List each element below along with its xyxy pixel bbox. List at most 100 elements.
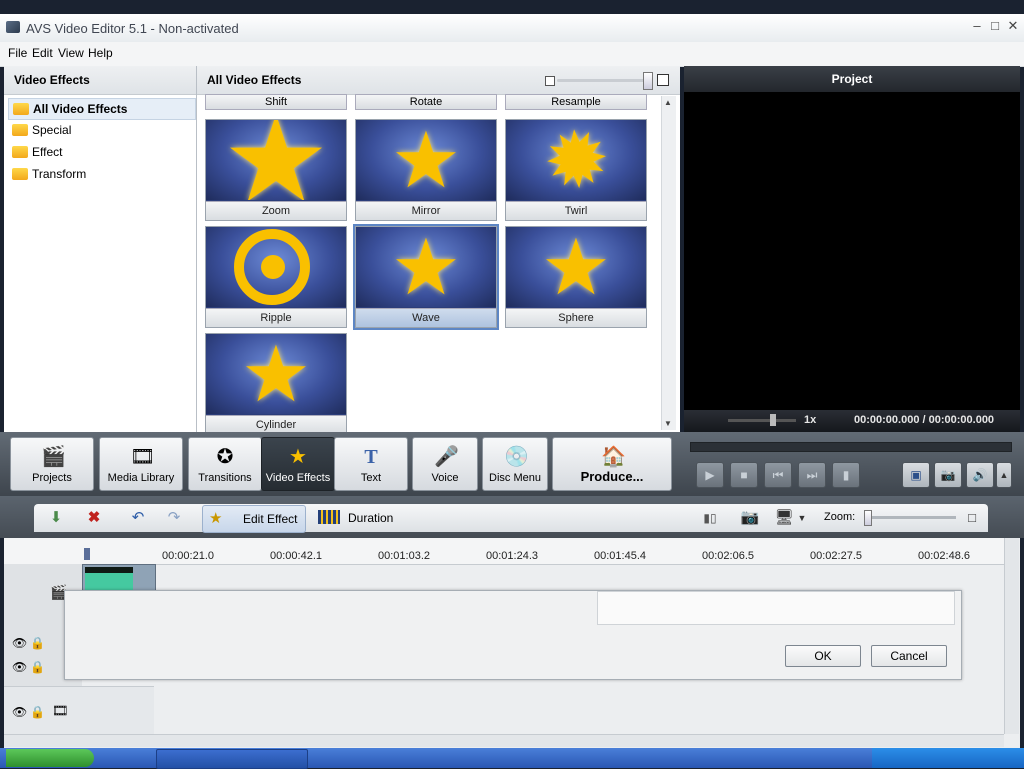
large-thumb-icon[interactable] bbox=[657, 74, 669, 86]
minimize-button[interactable]: – bbox=[968, 18, 986, 34]
edit-effect-label: Edit Effect bbox=[243, 512, 298, 526]
effect-tile-sphere[interactable]: ★ Sphere bbox=[505, 226, 647, 328]
menu-view[interactable]: View bbox=[58, 46, 84, 60]
add-to-timeline-icon[interactable]: ⬇ bbox=[46, 508, 66, 528]
menu-help[interactable]: Help bbox=[88, 46, 113, 60]
effect-tile-resample[interactable]: Resample bbox=[505, 94, 647, 110]
lock-icon[interactable]: 🔒 bbox=[30, 636, 45, 650]
effect-tile-mirror[interactable]: ★ Mirror bbox=[355, 119, 497, 221]
close-button[interactable]: ✕ bbox=[1004, 18, 1022, 34]
voice-button[interactable]: 🎤 Voice bbox=[412, 437, 478, 491]
main-toolbar: 🎬 Projects 🎞 Media Library ✪ Transitions… bbox=[0, 432, 1024, 496]
ruler-tick-label: 00:02:27.5 bbox=[810, 550, 862, 562]
disc-menu-button[interactable]: 💿 Disc Menu bbox=[482, 437, 548, 491]
timeline-ruler[interactable]: 00:00:21.0 00:00:42.1 00:01:03.2 00:01:2… bbox=[4, 538, 1004, 565]
eye-icon[interactable]: 👁 bbox=[12, 705, 27, 719]
undo-icon[interactable]: ↶ bbox=[128, 508, 148, 528]
film-icon: 🎞 bbox=[130, 446, 156, 468]
zoom-label: Zoom: bbox=[824, 511, 856, 523]
ok-button[interactable]: OK bbox=[785, 645, 861, 667]
taskbar-app-button[interactable] bbox=[156, 749, 308, 769]
zoom-slider-thumb[interactable] bbox=[864, 510, 872, 526]
speed-slider[interactable] bbox=[728, 419, 796, 422]
previous-frame-button[interactable]: ⏮ bbox=[764, 462, 792, 488]
tree-item-effect[interactable]: Effect bbox=[8, 142, 194, 162]
video-effects-button[interactable]: ★ Video Effects bbox=[261, 437, 335, 491]
fullscreen-icon[interactable]: ▣ bbox=[902, 462, 930, 488]
menu-edit[interactable]: Edit bbox=[32, 46, 53, 60]
microphone-icon: 🎤 bbox=[434, 446, 459, 468]
maximize-button[interactable]: □ bbox=[986, 18, 1004, 34]
timeline-vscroll[interactable] bbox=[1004, 538, 1019, 734]
play-button[interactable]: ▶ bbox=[696, 462, 724, 488]
effect-label: Zoom bbox=[206, 201, 346, 220]
audio-track-header: 👁 🔒 🎞 bbox=[4, 686, 154, 741]
small-thumb-icon[interactable] bbox=[545, 76, 555, 86]
webcam-icon[interactable]: 📷 bbox=[740, 508, 760, 528]
next-frame-button[interactable]: ⏭ bbox=[798, 462, 826, 488]
playhead-marker[interactable] bbox=[84, 548, 90, 560]
window-title: AVS Video Editor 5.1 - Non-activated bbox=[26, 21, 239, 36]
scroll-down-icon[interactable]: ▼ bbox=[664, 419, 672, 428]
effect-tile-ripple[interactable]: Ripple bbox=[205, 226, 347, 328]
delete-icon[interactable]: ✖ bbox=[84, 508, 104, 528]
tree-item-transform[interactable]: Transform bbox=[8, 164, 194, 184]
start-button[interactable] bbox=[6, 749, 94, 767]
eye-icon[interactable]: 👁 bbox=[12, 660, 27, 674]
tree-item-all-video-effects[interactable]: All Video Effects bbox=[8, 98, 196, 120]
effect-tile-zoom[interactable]: ★ Zoom bbox=[205, 119, 347, 221]
produce-icon: 🏠 bbox=[601, 446, 626, 468]
tree-item-label: Special bbox=[32, 123, 72, 137]
menu-file[interactable]: File bbox=[8, 46, 27, 60]
effect-tile-twirl[interactable]: ✹ Twirl bbox=[505, 119, 647, 221]
fit-timeline-icon[interactable]: □ bbox=[962, 508, 982, 528]
zoom-slider[interactable] bbox=[864, 516, 956, 519]
produce-button[interactable]: 🏠 Produce... bbox=[552, 437, 672, 491]
playback-progress[interactable] bbox=[690, 442, 1012, 452]
split-clip-icon[interactable]: ▮▯ bbox=[700, 508, 720, 528]
edit-effect-button[interactable]: ★ Edit Effect bbox=[202, 505, 306, 533]
monitor-dropdown-icon[interactable]: ▼ bbox=[792, 508, 812, 528]
text-button[interactable]: T Text bbox=[334, 437, 408, 491]
lock-icon[interactable]: 🔒 bbox=[30, 705, 45, 719]
transitions-label: Transitions bbox=[198, 472, 252, 484]
effect-tile-cylinder[interactable]: ★ Cylinder bbox=[205, 333, 347, 435]
title-bar: AVS Video Editor 5.1 - Non-activated – □… bbox=[0, 14, 1024, 43]
slider-thumb[interactable] bbox=[643, 72, 653, 90]
projects-button[interactable]: 🎬 Projects bbox=[10, 437, 94, 491]
transitions-button[interactable]: ✪ Transitions bbox=[188, 437, 262, 491]
monitor-icon[interactable]: 🖥 bbox=[774, 508, 794, 528]
media-library-button[interactable]: 🎞 Media Library bbox=[99, 437, 183, 491]
speed-slider-thumb[interactable] bbox=[770, 414, 776, 426]
scroll-up-icon[interactable]: ▲ bbox=[664, 98, 672, 107]
timeline-hscroll[interactable] bbox=[4, 734, 1004, 747]
duration-label: Duration bbox=[348, 511, 394, 525]
effect-tile-wave[interactable]: ★ Wave bbox=[353, 224, 499, 330]
effect-tile-shift[interactable]: Shift bbox=[205, 94, 347, 110]
tree-item-special[interactable]: Special bbox=[8, 120, 194, 140]
speed-label: 1x bbox=[804, 414, 817, 426]
volume-icon[interactable]: 🔊 bbox=[966, 462, 994, 488]
duration-icon bbox=[318, 510, 340, 524]
redo-icon[interactable]: ↷ bbox=[164, 508, 184, 528]
snapshot-icon[interactable]: 📷 bbox=[934, 462, 962, 488]
folder-icon bbox=[13, 103, 29, 115]
thumbnail-size-slider[interactable] bbox=[557, 79, 649, 82]
voice-label: Voice bbox=[431, 472, 459, 484]
split-button[interactable]: ▮ bbox=[832, 462, 860, 488]
lock-icon[interactable]: 🔒 bbox=[30, 660, 45, 674]
effect-label: Wave bbox=[356, 308, 496, 327]
effect-tile-rotate[interactable]: Rotate bbox=[355, 94, 497, 110]
volume-dropdown-icon[interactable]: ▲ bbox=[996, 462, 1012, 488]
duration-button[interactable]: Duration bbox=[316, 505, 406, 531]
system-tray bbox=[872, 748, 1024, 768]
ruler-tick-label: 00:01:45.4 bbox=[594, 550, 646, 562]
effect-label: Mirror bbox=[356, 201, 496, 220]
tree-item-label: Transform bbox=[32, 167, 87, 181]
app-icon bbox=[6, 21, 20, 33]
effects-scrollbar[interactable]: ▲ ▼ bbox=[661, 96, 676, 430]
eye-icon[interactable]: 👁 bbox=[12, 636, 27, 650]
stop-button[interactable]: ■ bbox=[730, 462, 758, 488]
ruler-tick-label: 00:01:03.2 bbox=[378, 550, 430, 562]
cancel-button[interactable]: Cancel bbox=[871, 645, 947, 667]
